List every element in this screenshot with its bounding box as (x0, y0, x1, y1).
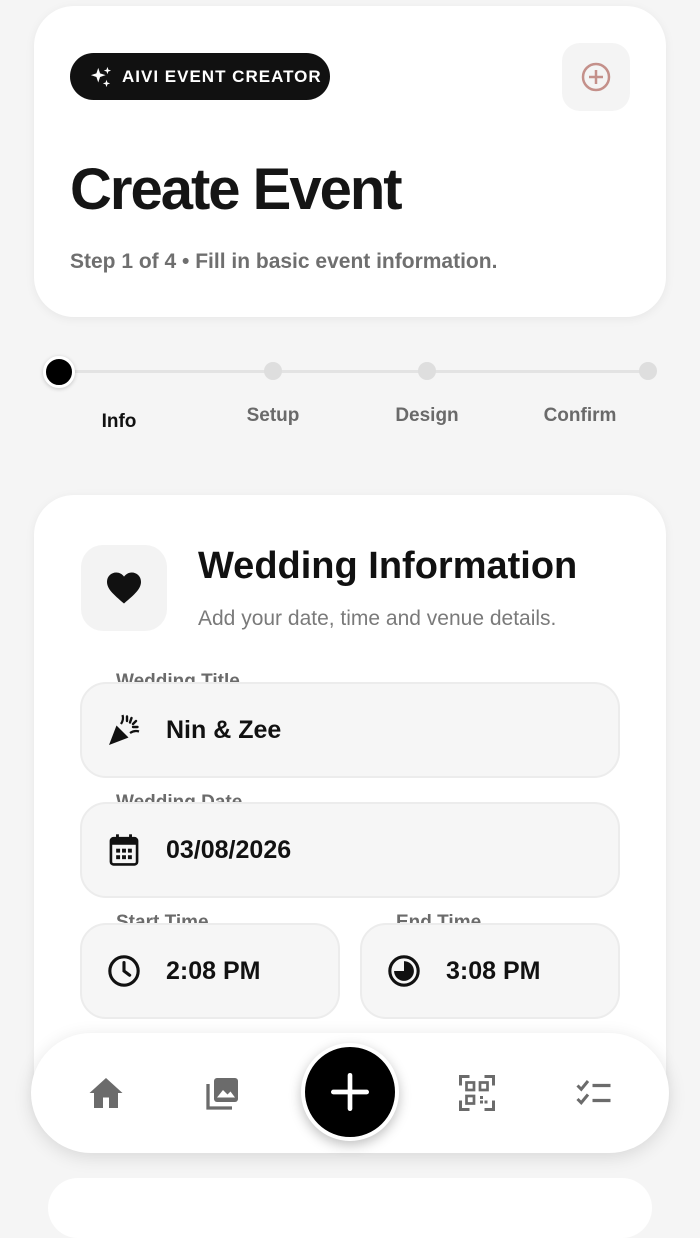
nav-gallery[interactable] (201, 1071, 245, 1115)
section-subtitle: Add your date, time and venue details. (198, 607, 557, 630)
clock-icon (104, 951, 144, 991)
step-label-setup[interactable]: Setup (213, 405, 333, 427)
start-time-value: 2:08 PM (166, 956, 261, 985)
end-time-input[interactable]: 3:08 PM (360, 923, 620, 1019)
stepper-track (58, 370, 648, 373)
step-dot-setup[interactable] (264, 362, 282, 380)
end-time-value: 3:08 PM (446, 956, 541, 985)
wedding-title-input[interactable]: Nin & Zee (80, 682, 620, 778)
next-card-peek (48, 1178, 652, 1238)
heart-icon-box (81, 545, 167, 631)
checklist-icon (576, 1080, 611, 1105)
nav-home[interactable] (84, 1071, 128, 1115)
add-fab-button[interactable] (301, 1043, 399, 1141)
page-title: Create Event (70, 157, 403, 222)
step-label-info[interactable]: Info (59, 411, 179, 433)
step-dot-confirm[interactable] (639, 362, 657, 380)
step-label-design[interactable]: Design (367, 405, 487, 427)
page-subtitle: Step 1 of 4 • Fill in basic event inform… (70, 250, 498, 273)
add-icon (331, 1073, 369, 1111)
step-label-confirm[interactable]: Confirm (520, 405, 640, 427)
event-creator-badge: AIVI EVENT CREATOR (70, 53, 330, 100)
sparkle-icon (90, 66, 112, 87)
nav-qr-code[interactable] (455, 1071, 499, 1115)
header-card: AIVI EVENT CREATOR Create Event Step 1 o… (34, 6, 666, 317)
section-title: Wedding Information (198, 545, 578, 587)
gallery-icon (206, 1078, 238, 1110)
home-icon (89, 1078, 123, 1108)
step-dot-info[interactable] (43, 356, 75, 388)
wedding-date-input[interactable]: 03/08/2026 (80, 802, 620, 898)
add-circle-icon (581, 62, 611, 92)
clock-end-icon (384, 951, 424, 991)
qr-code-icon (459, 1075, 495, 1111)
party-popper-icon (104, 710, 144, 750)
calendar-icon (104, 830, 144, 870)
wedding-title-value: Nin & Zee (166, 715, 282, 744)
start-time-input[interactable]: 2:08 PM (80, 923, 340, 1019)
heart-icon (107, 572, 141, 604)
bottom-nav (31, 1033, 669, 1153)
nav-checklist[interactable] (572, 1071, 616, 1115)
badge-label: AIVI EVENT CREATOR (122, 66, 322, 86)
wedding-date-value: 03/08/2026 (166, 835, 292, 864)
step-dot-design[interactable] (418, 362, 436, 380)
add-event-button[interactable] (562, 43, 630, 111)
